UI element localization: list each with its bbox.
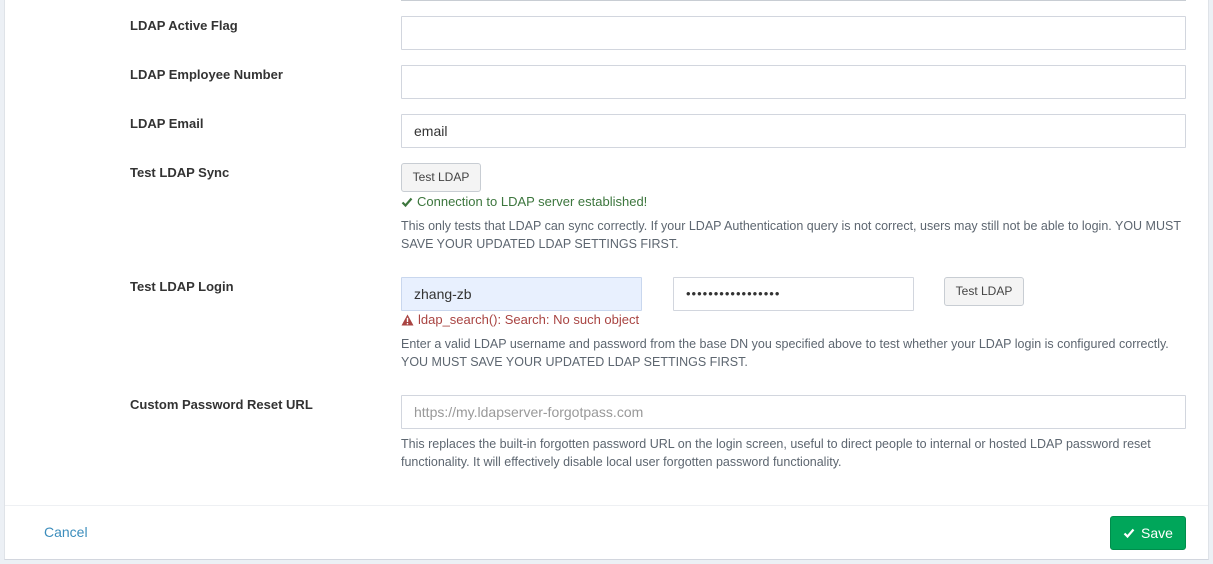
login-error-text: ldap_search(): Search: No such object [418, 312, 640, 327]
footer-divider [5, 505, 1208, 506]
cancel-link[interactable]: Cancel [44, 524, 88, 540]
sync-status-message: Connection to LDAP server established! [401, 194, 647, 209]
check-icon [1123, 527, 1135, 539]
test-ldap-sync-label: Test LDAP Sync [130, 165, 230, 180]
test-username-input[interactable]: zhang-zb [401, 277, 642, 311]
test-ldap-sync-button[interactable]: Test LDAP [401, 163, 481, 192]
save-button[interactable]: Save [1110, 516, 1186, 550]
save-label: Save [1141, 525, 1173, 541]
previous-input-bottom-edge [401, 0, 1186, 1]
ldap-email-label: LDAP Email [130, 116, 204, 131]
password-reset-help-text: This replaces the built-in forgotten pas… [401, 437, 1151, 469]
password-reset-url-input[interactable]: https://my.ldapserver-forgotpass.com [401, 395, 1186, 429]
ldap-active-flag-label: LDAP Active Flag [130, 18, 238, 33]
test-ldap-login-label: Test LDAP Login [130, 279, 234, 294]
ldap-employee-number-input[interactable] [401, 65, 1186, 99]
password-reset-url-label: Custom Password Reset URL [130, 397, 313, 412]
test-password-input[interactable]: ••••••••••••••••• [673, 277, 914, 311]
login-error-message: ldap_search(): Search: No such object [401, 312, 639, 327]
test-sync-help-text: This only tests that LDAP can sync corre… [401, 219, 1181, 251]
warning-triangle-icon [401, 314, 414, 326]
ldap-email-input[interactable]: email [401, 114, 1186, 148]
test-ldap-login-button[interactable]: Test LDAP [944, 277, 1024, 306]
sync-status-text: Connection to LDAP server established! [417, 194, 648, 209]
settings-form-card: LDAP Active Flag LDAP Employee Number LD… [4, 0, 1209, 560]
ldap-employee-number-label: LDAP Employee Number [130, 67, 283, 82]
test-login-help-text: Enter a valid LDAP username and password… [401, 337, 1169, 369]
check-icon [401, 196, 413, 208]
ldap-active-flag-input[interactable] [401, 16, 1186, 50]
